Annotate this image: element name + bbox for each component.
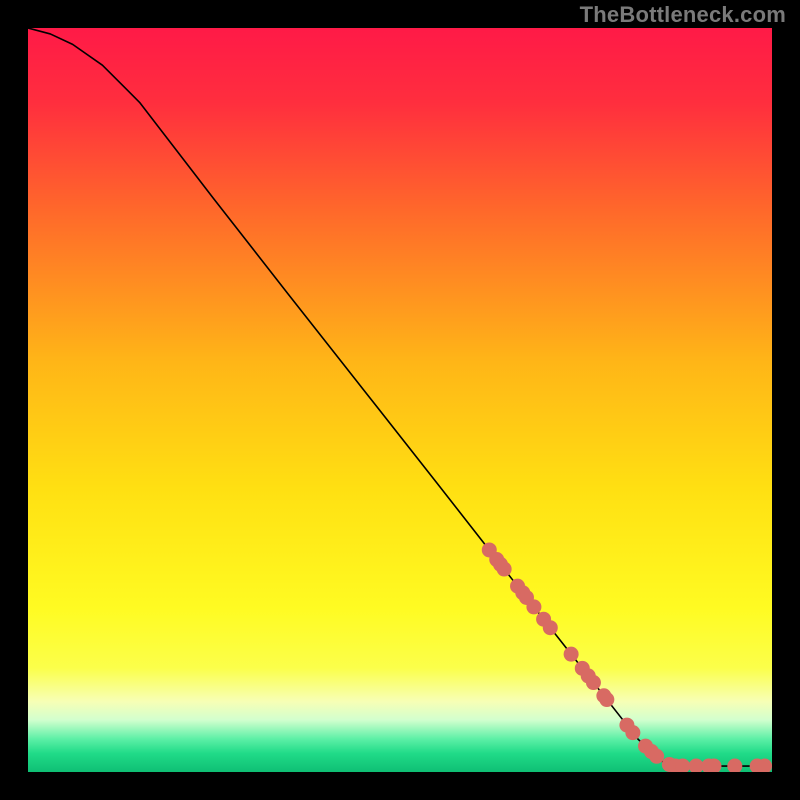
data-marker bbox=[526, 599, 541, 614]
watermark-text: TheBottleneck.com bbox=[580, 2, 786, 28]
chart-svg bbox=[28, 28, 772, 772]
chart-stage: TheBottleneck.com bbox=[0, 0, 800, 800]
data-marker bbox=[599, 692, 614, 707]
gradient-background bbox=[28, 28, 772, 772]
data-marker bbox=[625, 725, 640, 740]
data-marker bbox=[543, 620, 558, 635]
data-marker bbox=[497, 562, 512, 577]
data-marker bbox=[649, 749, 664, 764]
chart-plot-area bbox=[28, 28, 772, 772]
data-marker bbox=[564, 647, 579, 662]
data-marker bbox=[586, 675, 601, 690]
